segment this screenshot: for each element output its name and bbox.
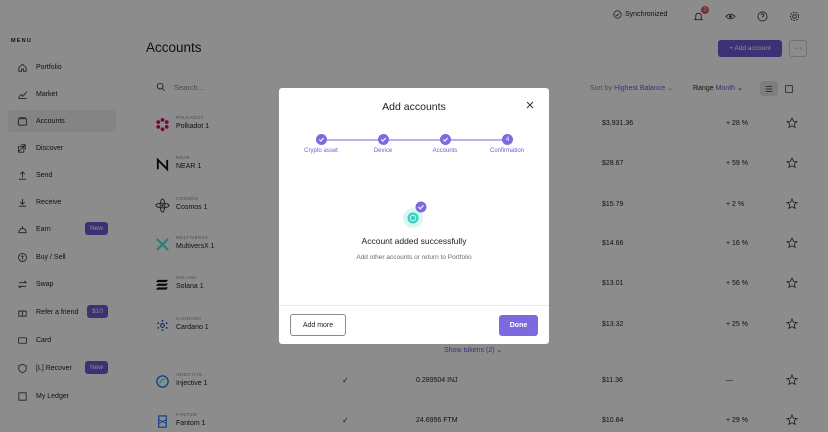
- check-icon: [318, 137, 325, 142]
- check-icon: [380, 137, 387, 142]
- stepper-line: [450, 139, 507, 141]
- done-button[interactable]: Done: [499, 315, 538, 336]
- step-accounts: [440, 134, 451, 145]
- account-success-icon: [403, 201, 427, 228]
- add-more-button[interactable]: Add more: [290, 314, 346, 336]
- step-device: [378, 134, 389, 145]
- add-accounts-modal: Add accounts 4 Crypto asset Device Accou…: [279, 88, 549, 344]
- modal-title: Add accounts: [382, 101, 446, 113]
- step-confirmation: 4: [502, 134, 513, 145]
- success-title: Account added successfully: [361, 236, 467, 246]
- check-icon: [442, 137, 449, 142]
- step-label: Confirmation: [489, 148, 524, 154]
- step-crypto-asset: [316, 134, 327, 145]
- step-label: Accounts: [432, 148, 458, 154]
- modal-footer-divider: [279, 305, 549, 306]
- stepper-line: [326, 139, 383, 141]
- step-label: Device: [373, 148, 393, 154]
- step-label: Crypto asset: [304, 148, 338, 154]
- success-subtitle: Add other accounts or return to Portfoli…: [356, 254, 472, 261]
- stepper-line: [388, 139, 445, 141]
- close-icon[interactable]: [525, 100, 535, 110]
